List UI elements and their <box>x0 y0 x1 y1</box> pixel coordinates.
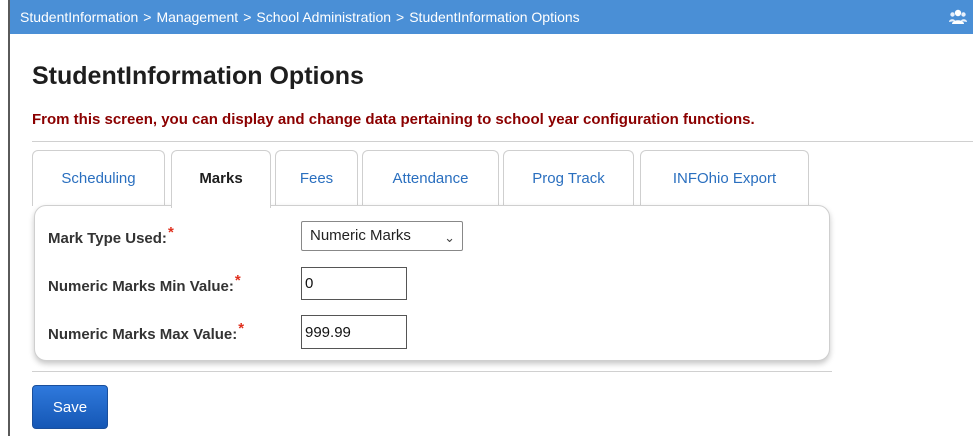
breadcrumb-item-studentinformation[interactable]: StudentInformation <box>20 9 138 25</box>
breadcrumb-separator: > <box>143 9 152 25</box>
breadcrumb-item-current-page: StudentInformation Options <box>409 9 580 25</box>
breadcrumb-separator: > <box>243 9 252 25</box>
max-value-input[interactable] <box>301 315 407 349</box>
required-marker: * <box>234 272 241 289</box>
mark-type-label: Mark Type Used:* <box>48 224 174 247</box>
required-marker: * <box>167 224 174 241</box>
max-value-label: Numeric Marks Max Value:* <box>48 320 245 343</box>
tab-prog-track[interactable]: Prog Track <box>503 150 634 206</box>
marks-options-panel: Mark Type Used:* Numeric Marks ⌄ Numeric… <box>34 205 830 361</box>
page-title: StudentInformation Options <box>32 62 364 90</box>
breadcrumb-item-management[interactable]: Management <box>156 9 238 25</box>
chevron-down-icon: ⌄ <box>444 230 455 245</box>
breadcrumb-item-school-administration[interactable]: School Administration <box>256 9 391 25</box>
divider <box>32 371 832 372</box>
breadcrumb-separator: > <box>396 9 405 25</box>
left-border <box>8 0 10 436</box>
breadcrumb: StudentInformation > Management > School Adm… <box>10 0 973 34</box>
min-value-label: Numeric Marks Min Value:* <box>48 272 241 295</box>
min-value-input[interactable] <box>301 267 407 300</box>
page-instructions: From this screen, you can display and ch… <box>32 111 755 128</box>
people-icon[interactable] <box>949 9 967 25</box>
divider <box>32 141 973 142</box>
save-button[interactable]: Save <box>32 385 108 429</box>
tab-scheduling[interactable]: Scheduling <box>32 150 165 206</box>
tab-fees[interactable]: Fees <box>275 150 358 206</box>
required-marker: * <box>238 320 245 337</box>
mark-type-selected-value: Numeric Marks <box>310 227 411 244</box>
tab-infohio-export[interactable]: INFOhio Export <box>640 150 809 206</box>
mark-type-select[interactable]: Numeric Marks ⌄ <box>301 221 463 251</box>
tab-marks[interactable]: Marks <box>171 150 271 208</box>
tab-attendance[interactable]: Attendance <box>362 150 499 206</box>
